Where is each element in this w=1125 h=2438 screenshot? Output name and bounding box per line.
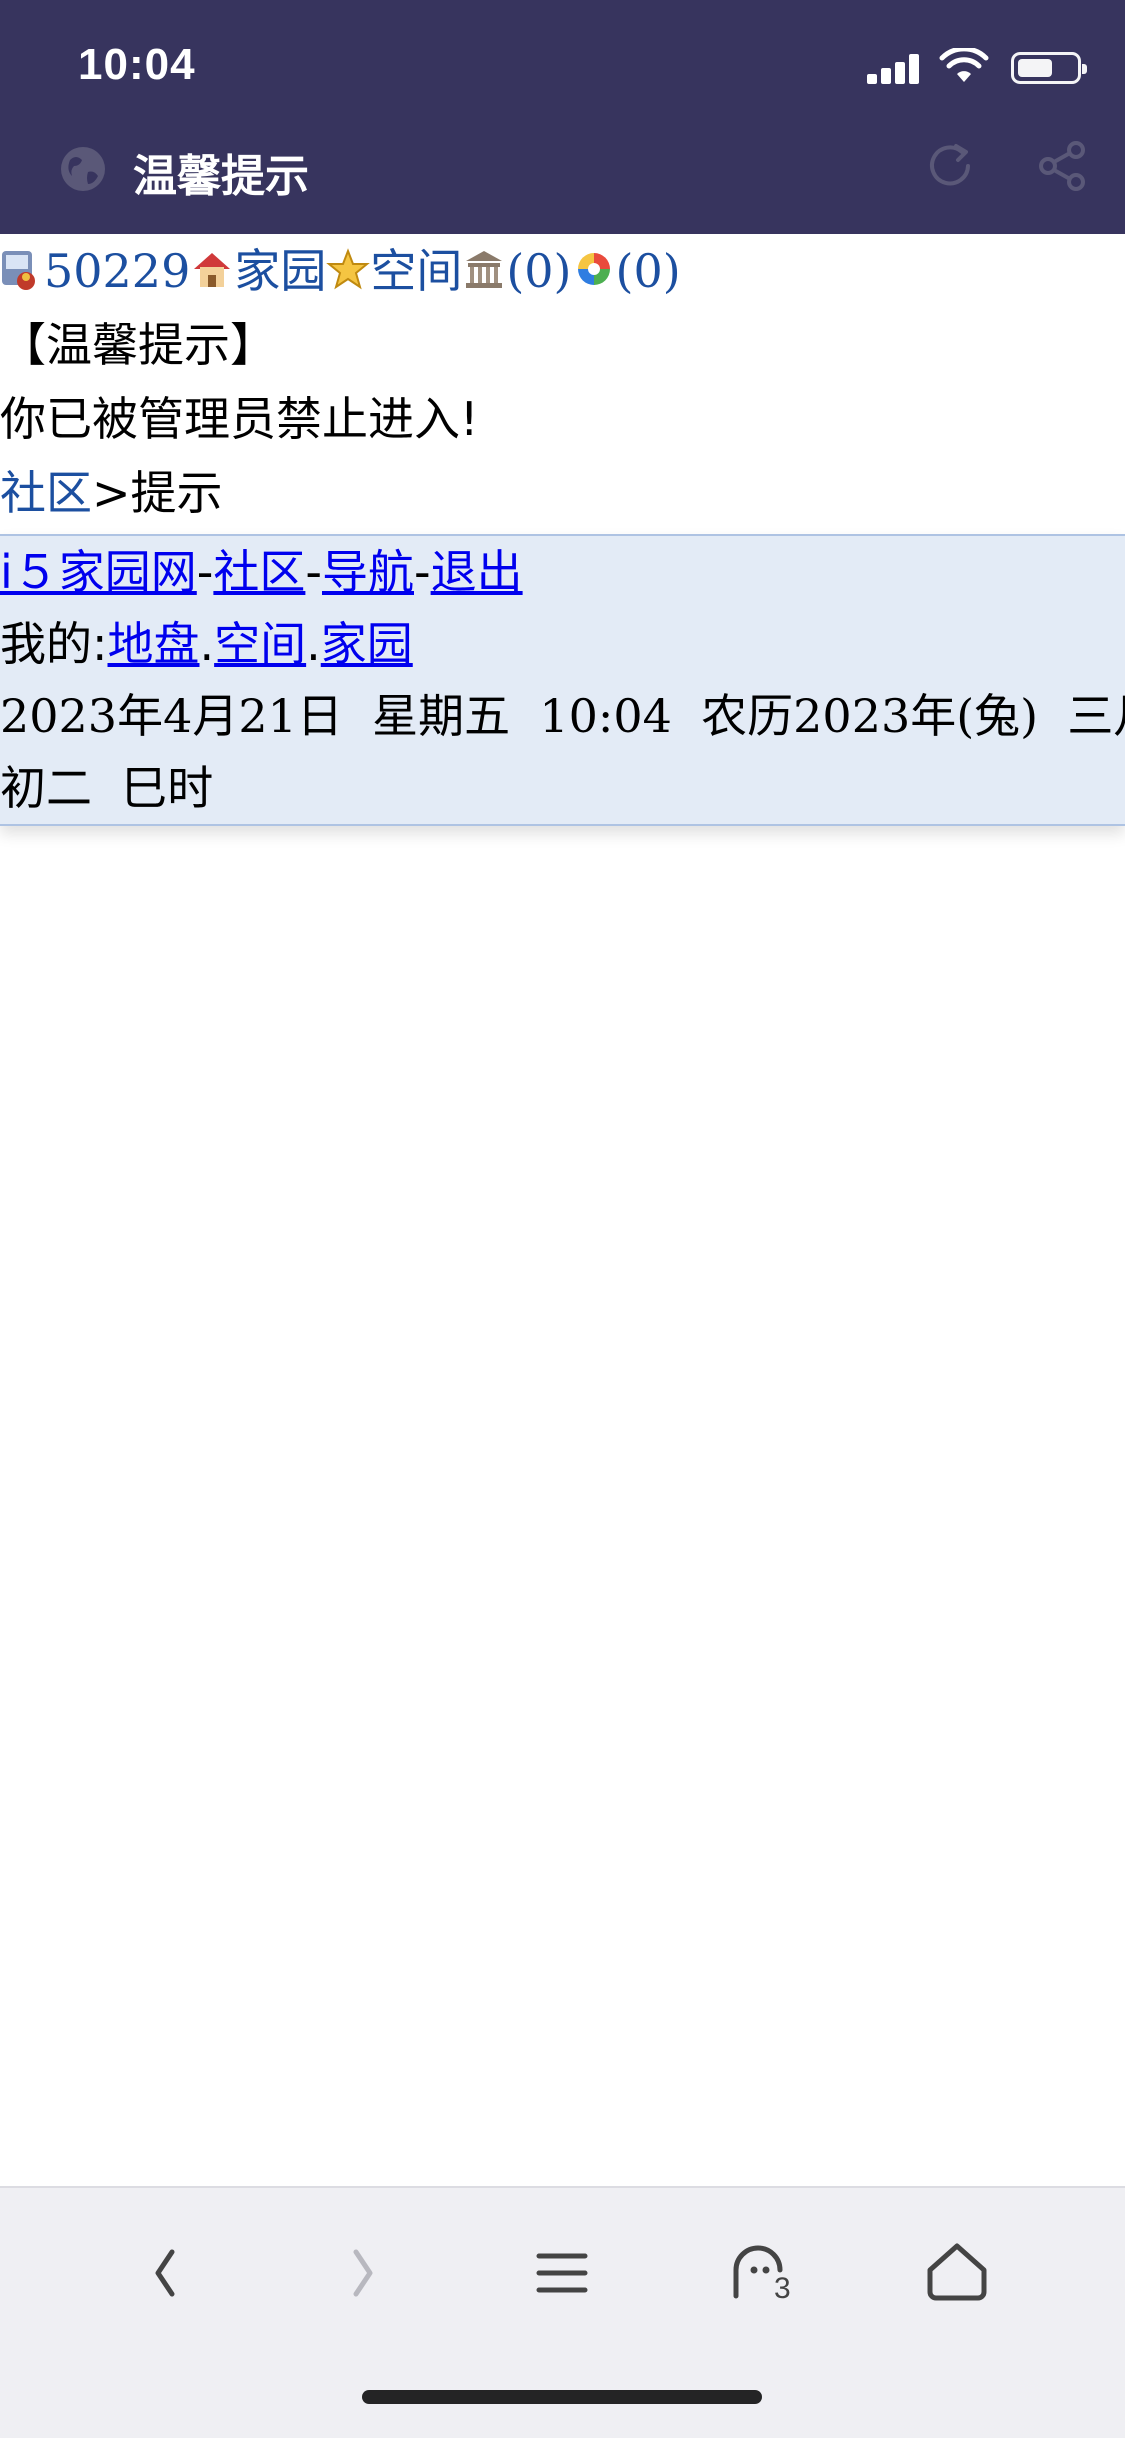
logout-link[interactable]: 退出 [431,545,523,599]
footer-nav: i５家园网-社区-导航-退出 [0,536,1125,608]
status-time: 10:04 [78,40,196,89]
tabs-count: 3 [774,2272,791,2305]
page-title: 温馨提示 [133,151,309,202]
status-icons [841,48,1087,88]
my-space-link[interactable]: 空间 [214,617,306,671]
notice-message: 你已被管理员禁止进入! [0,392,479,446]
globe-icon [61,147,105,191]
my-separator: . [306,617,321,671]
footer-box: i５家园网-社区-导航-退出 我的:地盘.空间.家园 2023年4月21日 星期… [0,534,1125,826]
count-a-link[interactable]: (0) [506,244,571,298]
refresh-icon[interactable] [922,138,978,194]
share-icon[interactable] [1034,138,1090,194]
house-icon [190,240,234,287]
space-link[interactable]: 空间 [370,244,462,298]
breadcrumb: 社区>提示 [0,456,1125,530]
breadcrumb-community-link[interactable]: 社区 [0,466,92,520]
user-icon [0,240,44,290]
community-link[interactable]: 社区 [213,545,305,599]
site-home-link[interactable]: i５家园网 [0,545,197,599]
date-line-1: 2023年4月21日 星期五 10:04 农历2023年(兔) 三月 [0,689,1125,743]
count-b-link[interactable]: (0) [616,244,681,298]
footer-separator: - [196,545,214,599]
home-link[interactable]: 家园 [234,244,326,298]
footer-separator: - [305,545,322,599]
navigation-link[interactable]: 导航 [322,545,414,599]
footer-separator: - [414,545,431,599]
my-separator: . [199,617,215,671]
forward-icon[interactable] [318,2228,408,2318]
signal-icon [867,54,921,84]
tabs-icon [733,2245,783,2299]
breadcrumb-current: 提示 [130,466,223,520]
breadcrumb-separator: > [92,466,131,520]
my-label: 我的: [0,617,108,671]
tabs-button[interactable]: 3 [716,2228,806,2318]
my-territory-link[interactable]: 地盘 [108,617,200,671]
date-line-2: 初二 巳时 [0,761,214,815]
bank-icon [462,240,506,288]
menu-icon[interactable] [517,2228,607,2318]
battery-icon [1011,52,1087,84]
notice-heading: 【温馨提示】 [0,318,276,372]
user-bar: 50229 家园 空间 (0) (0) [0,234,1125,308]
home-indicator [362,2390,762,2404]
main-content: 50229 家园 空间 (0) (0) 【温馨提示】 你已被管理员禁止进入! 社… [0,234,1125,530]
top-bar: 10:04 温馨提示 [0,0,1125,234]
star-icon [326,240,371,290]
my-links: 我的:地盘.空间.家园 [0,608,1125,680]
user-id-link[interactable]: 50229 [44,244,190,298]
home-icon[interactable] [912,2228,1002,2318]
back-icon[interactable] [120,2228,210,2318]
aperture-icon [572,240,616,286]
wifi-icon [939,48,989,82]
my-home-link[interactable]: 家园 [321,617,413,671]
